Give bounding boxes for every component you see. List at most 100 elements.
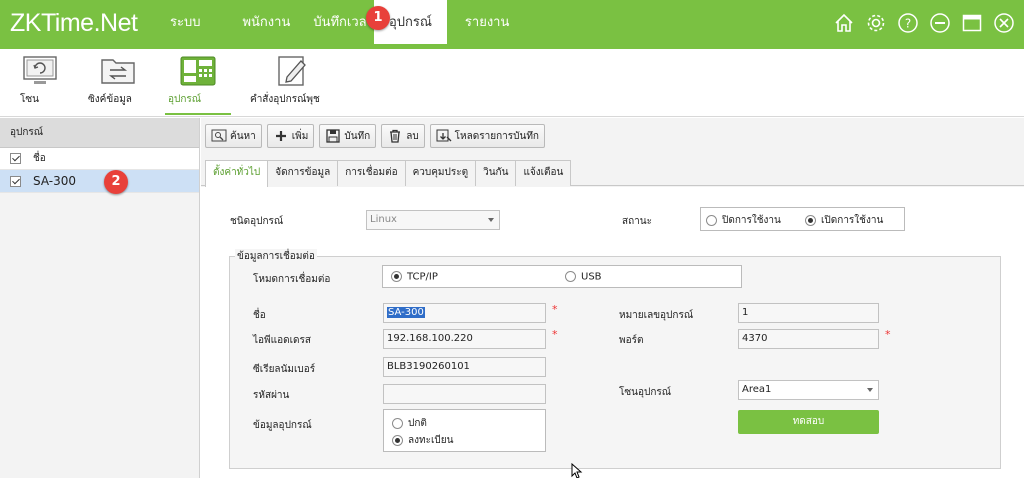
test-connection-button[interactable]: ทดสอบ bbox=[738, 410, 879, 434]
tab-wiegand[interactable]: วินกัน bbox=[475, 160, 517, 186]
maximize-icon[interactable] bbox=[960, 11, 984, 35]
toolbar-device-button[interactable]: อุปกรณ์ bbox=[168, 55, 228, 105]
password-input[interactable] bbox=[383, 384, 546, 404]
device-name-cell: SA-300 bbox=[33, 174, 77, 188]
device-type-value: Linux bbox=[370, 214, 397, 225]
ip-address-input[interactable]: 192.168.100.220 bbox=[383, 329, 546, 349]
action-button-row: ค้นหา เพิ่ม บันทึก ลบ โหลดรายการบันทึก bbox=[205, 124, 545, 148]
save-icon bbox=[325, 128, 341, 144]
edit-command-icon bbox=[275, 55, 311, 87]
device-number-input[interactable]: 1 bbox=[738, 303, 879, 323]
tab-general-settings[interactable]: ตั้งค่าทั่วไป bbox=[205, 160, 269, 187]
name-input[interactable]: SA-300 bbox=[383, 303, 546, 323]
menu-item-system[interactable]: ระบบ bbox=[160, 0, 212, 44]
chevron-down-icon bbox=[488, 218, 494, 222]
step-badge-1: 1 bbox=[366, 6, 390, 30]
save-button[interactable]: บันทึก bbox=[319, 124, 377, 148]
select-all-checkbox[interactable] bbox=[10, 153, 21, 164]
mode-tcpip-label: TCP/IP bbox=[407, 271, 438, 283]
serial-number-label: ซีเรียลนัมเบอร์ bbox=[253, 364, 316, 375]
zone-icon bbox=[22, 55, 58, 87]
top-navigation-bar: ZKTime.Net ระบบ พนักงาน บันทึกเวลา อุปกร… bbox=[0, 0, 1024, 49]
device-zone-select[interactable]: Area1 bbox=[738, 380, 879, 400]
device-number-value: 1 bbox=[742, 307, 749, 318]
port-value: 4370 bbox=[742, 333, 768, 344]
password-label: รหัสผ่าน bbox=[253, 390, 290, 401]
menu-item-employee[interactable]: พนักงาน bbox=[212, 0, 302, 44]
close-icon[interactable] bbox=[992, 11, 1016, 35]
logo-main-text: ZKTime bbox=[10, 9, 94, 37]
sync-folder-icon bbox=[100, 55, 136, 87]
port-input[interactable]: 4370 bbox=[738, 329, 879, 349]
load-records-button[interactable]: โหลดรายการบันทึก bbox=[429, 124, 545, 148]
add-button-label: เพิ่ม bbox=[291, 130, 309, 142]
device-type-label: ชนิดอุปกรณ์ bbox=[230, 216, 284, 227]
logo-suffix-text: .Net bbox=[93, 9, 138, 37]
device-info-normal-option[interactable]: ปกติ bbox=[392, 416, 427, 431]
device-list-header-row[interactable]: ชื่อ bbox=[0, 148, 199, 170]
device-info-register-label: ลงทะเบียน bbox=[408, 435, 454, 446]
toolbar-push-command-button[interactable]: คำสั่งอุปกรณ์พุช bbox=[250, 55, 336, 105]
status-enabled-option[interactable]: เปิดการใช้งาน bbox=[805, 213, 883, 228]
toolbar-push-command-label: คำสั่งอุปกรณ์พุช bbox=[250, 94, 320, 105]
tab-door-control[interactable]: ควบคุมประตู bbox=[404, 160, 477, 186]
status-enabled-label: เปิดการใช้งาน bbox=[821, 215, 884, 226]
column-name-label: ชื่อ bbox=[33, 153, 46, 164]
toolbar-device-label: อุปกรณ์ bbox=[168, 94, 202, 105]
port-required-mark: * bbox=[885, 328, 891, 341]
device-detail-area: ค้นหา เพิ่ม บันทึก ลบ โหลดรายการบันทึก ต… bbox=[201, 118, 1024, 478]
port-label: พอร์ต bbox=[619, 335, 644, 346]
ip-address-label: ไอพีแอดเดรส bbox=[253, 335, 311, 346]
mode-tcpip-radio[interactable] bbox=[391, 271, 402, 282]
serial-number-input[interactable]: BLB3190260101 bbox=[383, 357, 546, 377]
device-list-header: อุปกรณ์ bbox=[0, 118, 199, 148]
toolbar-sync-button[interactable]: ซิงค์ข้อมูล bbox=[88, 55, 148, 105]
mode-usb-radio[interactable] bbox=[565, 271, 576, 282]
device-info-radio-group: ปกติ ลงทะเบียน bbox=[383, 409, 546, 452]
help-icon[interactable]: ? bbox=[896, 11, 920, 35]
search-button[interactable]: ค้นหา bbox=[205, 124, 262, 148]
device-tabs: ตั้งค่าทั่วไป จัดการข้อมูล การเชื่อมต่อ … bbox=[201, 160, 1024, 187]
home-icon[interactable] bbox=[832, 11, 856, 35]
active-tool-indicator bbox=[165, 113, 231, 115]
status-radio-group: ปิดการใช้งาน เปิดการใช้งาน bbox=[700, 207, 905, 231]
svg-text:?: ? bbox=[905, 17, 911, 31]
minimize-icon[interactable] bbox=[928, 11, 952, 35]
menu-item-attendance[interactable]: บันทึกเวลา bbox=[302, 0, 374, 44]
toolbar-sync-label: ซิงค์ข้อมูล bbox=[88, 94, 132, 105]
device-info-register-radio[interactable] bbox=[392, 434, 403, 446]
gear-icon[interactable] bbox=[864, 11, 888, 35]
mode-usb-option[interactable]: USB bbox=[565, 271, 602, 283]
device-info-label: ข้อมูลอุปกรณ์ bbox=[253, 420, 312, 431]
menu-item-report[interactable]: รายงาน bbox=[447, 0, 521, 44]
status-enabled-radio[interactable] bbox=[805, 214, 816, 226]
mouse-cursor-icon bbox=[571, 462, 583, 478]
status-label: สถานะ bbox=[622, 216, 652, 227]
device-list-panel: อุปกรณ์ ชื่อ SA-300 bbox=[0, 118, 200, 478]
device-type-select[interactable]: Linux bbox=[366, 210, 500, 230]
row-checkbox[interactable] bbox=[10, 175, 21, 187]
ip-required-mark: * bbox=[552, 328, 558, 341]
serial-number-value: BLB3190260101 bbox=[387, 361, 470, 372]
toolbar-zone-label: โซน bbox=[20, 94, 39, 105]
name-label: ชื่อ bbox=[253, 310, 266, 321]
device-info-register-option[interactable]: ลงทะเบียน bbox=[392, 433, 453, 448]
toolbar-zone-button[interactable]: โซน bbox=[20, 55, 60, 105]
device-list-row[interactable]: SA-300 bbox=[0, 170, 199, 193]
window-controls: ? bbox=[832, 11, 1016, 35]
search-button-label: ค้นหา bbox=[230, 130, 256, 142]
status-disabled-radio[interactable] bbox=[706, 214, 717, 226]
mode-tcpip-option[interactable]: TCP/IP bbox=[391, 271, 438, 283]
tab-connection[interactable]: การเชื่อมต่อ bbox=[337, 160, 406, 186]
tab-alert[interactable]: แจ้งเตือน bbox=[515, 160, 572, 186]
add-button[interactable]: เพิ่ม bbox=[266, 124, 315, 148]
tab-data-management[interactable]: จัดการข้อมูล bbox=[267, 160, 339, 186]
connection-mode-radio-group: TCP/IP USB bbox=[382, 265, 742, 288]
delete-button[interactable]: ลบ bbox=[381, 124, 425, 148]
connection-mode-label: โหมดการเชื่อมต่อ bbox=[253, 274, 331, 285]
status-disabled-option[interactable]: ปิดการใช้งาน bbox=[706, 213, 781, 228]
load-records-button-label: โหลดรายการบันทึก bbox=[454, 130, 539, 142]
device-number-label: หมายเลขอุปกรณ์ bbox=[619, 310, 694, 321]
ip-address-value: 192.168.100.220 bbox=[387, 333, 473, 344]
device-info-normal-radio[interactable] bbox=[392, 417, 403, 429]
